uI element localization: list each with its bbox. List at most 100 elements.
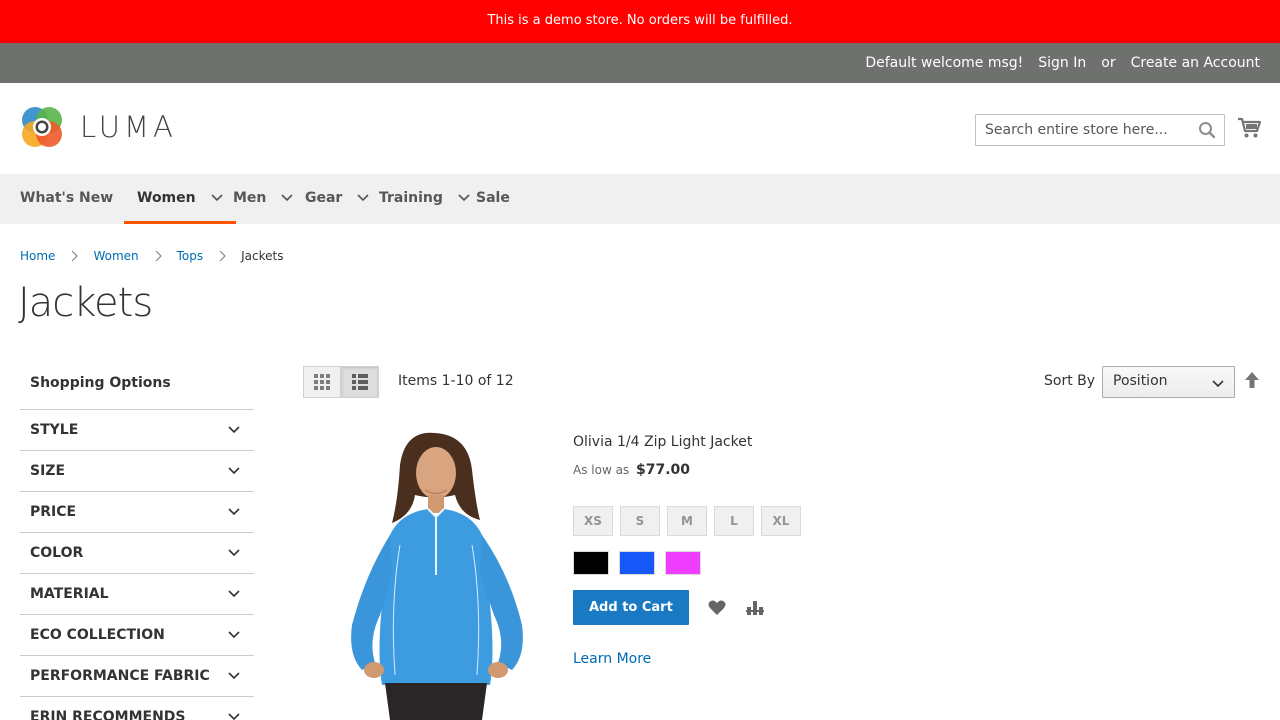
filter-style[interactable]: Style — [20, 410, 254, 451]
create-account-link[interactable]: Create an Account — [1131, 55, 1260, 71]
demo-store-notice: This is a demo store. No orders will be … — [0, 0, 1280, 43]
list-icon — [352, 374, 368, 390]
chevron-down-icon — [281, 194, 293, 202]
nav-item-training[interactable]: Training — [379, 174, 470, 224]
filter-material[interactable]: Material — [20, 574, 254, 615]
sort-by-select[interactable]: Position — [1102, 366, 1235, 398]
product-price: As low as $77.00 — [573, 462, 973, 478]
chevron-down-icon — [228, 631, 240, 639]
breadcrumb-women[interactable]: Women — [93, 249, 138, 263]
filter-erin-recommends[interactable]: Erin Recommends — [20, 697, 254, 720]
chevron-down-icon — [228, 549, 240, 557]
filter-size[interactable]: Size — [20, 451, 254, 492]
heart-icon[interactable] — [707, 598, 727, 618]
product-name-link[interactable]: Olivia 1/4 Zip Light Jacket — [573, 432, 973, 454]
compare-icon[interactable] — [745, 598, 765, 618]
grid-icon — [314, 374, 330, 390]
filter-label: Eco Collection — [30, 627, 165, 643]
demo-store-notice-text: This is a demo store. No orders will be … — [487, 13, 793, 28]
nav-item-whats-new[interactable]: What's New — [20, 174, 113, 224]
filter-label: Style — [30, 422, 79, 438]
filter-label: Price — [30, 504, 77, 520]
sign-in-link[interactable]: Sign In — [1038, 55, 1086, 71]
breadcrumb-home[interactable]: Home — [20, 249, 55, 263]
search-box — [975, 114, 1225, 146]
color-swatch-black[interactable] — [573, 551, 609, 575]
price-prefix: As low as — [573, 463, 630, 477]
logo[interactable]: LUMA — [20, 105, 177, 149]
chevron-down-icon — [458, 194, 470, 202]
panel-header: Default welcome msg! Sign In or Create a… — [0, 43, 1280, 83]
luma-logo-icon — [22, 107, 62, 147]
filter-price[interactable]: Price — [20, 492, 254, 533]
chevron-down-icon — [228, 713, 240, 720]
filter-label: Performance Fabric — [30, 668, 210, 684]
filter-eco-collection[interactable]: Eco Collection — [20, 615, 254, 656]
nav-item-sale[interactable]: Sale — [476, 174, 510, 224]
chevron-down-icon — [228, 590, 240, 598]
chevron-down-icon — [1212, 380, 1224, 388]
welcome-message: Default welcome msg! — [865, 55, 1024, 71]
nav-item-men[interactable]: Men — [233, 174, 293, 224]
products-toolbar: Items 1-10 of 12 Sort By Position — [303, 366, 1260, 398]
color-swatch-blue[interactable] — [619, 551, 655, 575]
chevron-down-icon — [228, 426, 240, 434]
color-swatch-purple[interactable] — [665, 551, 701, 575]
cart-icon[interactable] — [1237, 116, 1261, 140]
chevron-right-icon — [219, 250, 226, 262]
sort-by-value: Position — [1113, 373, 1168, 389]
product-image[interactable] — [330, 425, 540, 720]
search-icon[interactable] — [1198, 121, 1216, 139]
chevron-down-icon — [228, 508, 240, 516]
sort-by-label: Sort By — [1044, 373, 1096, 389]
chevron-right-icon — [72, 250, 79, 262]
or-text: or — [1101, 55, 1116, 71]
product-photo — [351, 432, 523, 720]
size-swatch-xl[interactable]: XL — [761, 506, 801, 536]
product-item: Olivia 1/4 Zip Light Jacket As low as $7… — [573, 432, 973, 667]
nav-item-label: Women — [137, 190, 196, 206]
filter-sidebar: Shopping Options Style Size Price Color … — [20, 364, 254, 720]
page-title: Jackets — [18, 280, 153, 326]
nav-item-label: What's New — [20, 190, 114, 206]
logo-text: LUMA — [80, 110, 177, 144]
chevron-down-icon — [228, 467, 240, 475]
product-actions: Add to Cart — [573, 590, 765, 625]
nav-item-label: Gear — [305, 190, 343, 206]
size-swatch-l[interactable]: L — [714, 506, 754, 536]
filter-label: Size — [30, 463, 66, 479]
shopping-options-title: Shopping Options — [20, 364, 254, 410]
main-navigation: What's New Women Men Gear Training Sale — [0, 174, 1280, 224]
size-swatch-s[interactable]: S — [620, 506, 660, 536]
filter-label: Color — [30, 545, 84, 561]
filter-color[interactable]: Color — [20, 533, 254, 574]
search-input[interactable] — [976, 115, 1186, 145]
view-mode-switcher — [303, 366, 379, 398]
header-links: Default welcome msg! Sign In or Create a… — [865, 43, 1260, 83]
chevron-down-icon — [357, 194, 369, 202]
nav-item-women[interactable]: Women — [124, 174, 236, 224]
filter-label: Material — [30, 586, 109, 602]
sort-direction-arrow-icon[interactable] — [1245, 372, 1259, 388]
price-value: $77.00 — [636, 462, 691, 478]
nav-item-label: Men — [233, 190, 267, 206]
filter-performance-fabric[interactable]: Performance Fabric — [20, 656, 254, 697]
nav-item-gear[interactable]: Gear — [305, 174, 369, 224]
items-count: Items 1-10 of 12 — [398, 373, 514, 389]
nav-item-label: Training — [379, 190, 443, 206]
add-to-cart-button[interactable]: Add to Cart — [573, 590, 689, 625]
breadcrumb-current: Jackets — [241, 249, 284, 263]
grid-view-button[interactable] — [303, 366, 341, 398]
learn-more-link[interactable]: Learn More — [573, 651, 651, 667]
nav-item-label: Sale — [476, 190, 510, 206]
color-swatches — [573, 551, 701, 575]
chevron-down-icon — [210, 194, 223, 202]
list-view-button[interactable] — [341, 366, 379, 398]
breadcrumb-tops[interactable]: Tops — [177, 249, 204, 263]
chevron-right-icon — [155, 250, 162, 262]
size-swatch-m[interactable]: M — [667, 506, 707, 536]
chevron-down-icon — [228, 672, 240, 680]
size-swatch-xs[interactable]: XS — [573, 506, 613, 536]
filter-label: Erin Recommends — [30, 709, 186, 720]
breadcrumb: Home Women Tops Jackets — [20, 249, 284, 263]
